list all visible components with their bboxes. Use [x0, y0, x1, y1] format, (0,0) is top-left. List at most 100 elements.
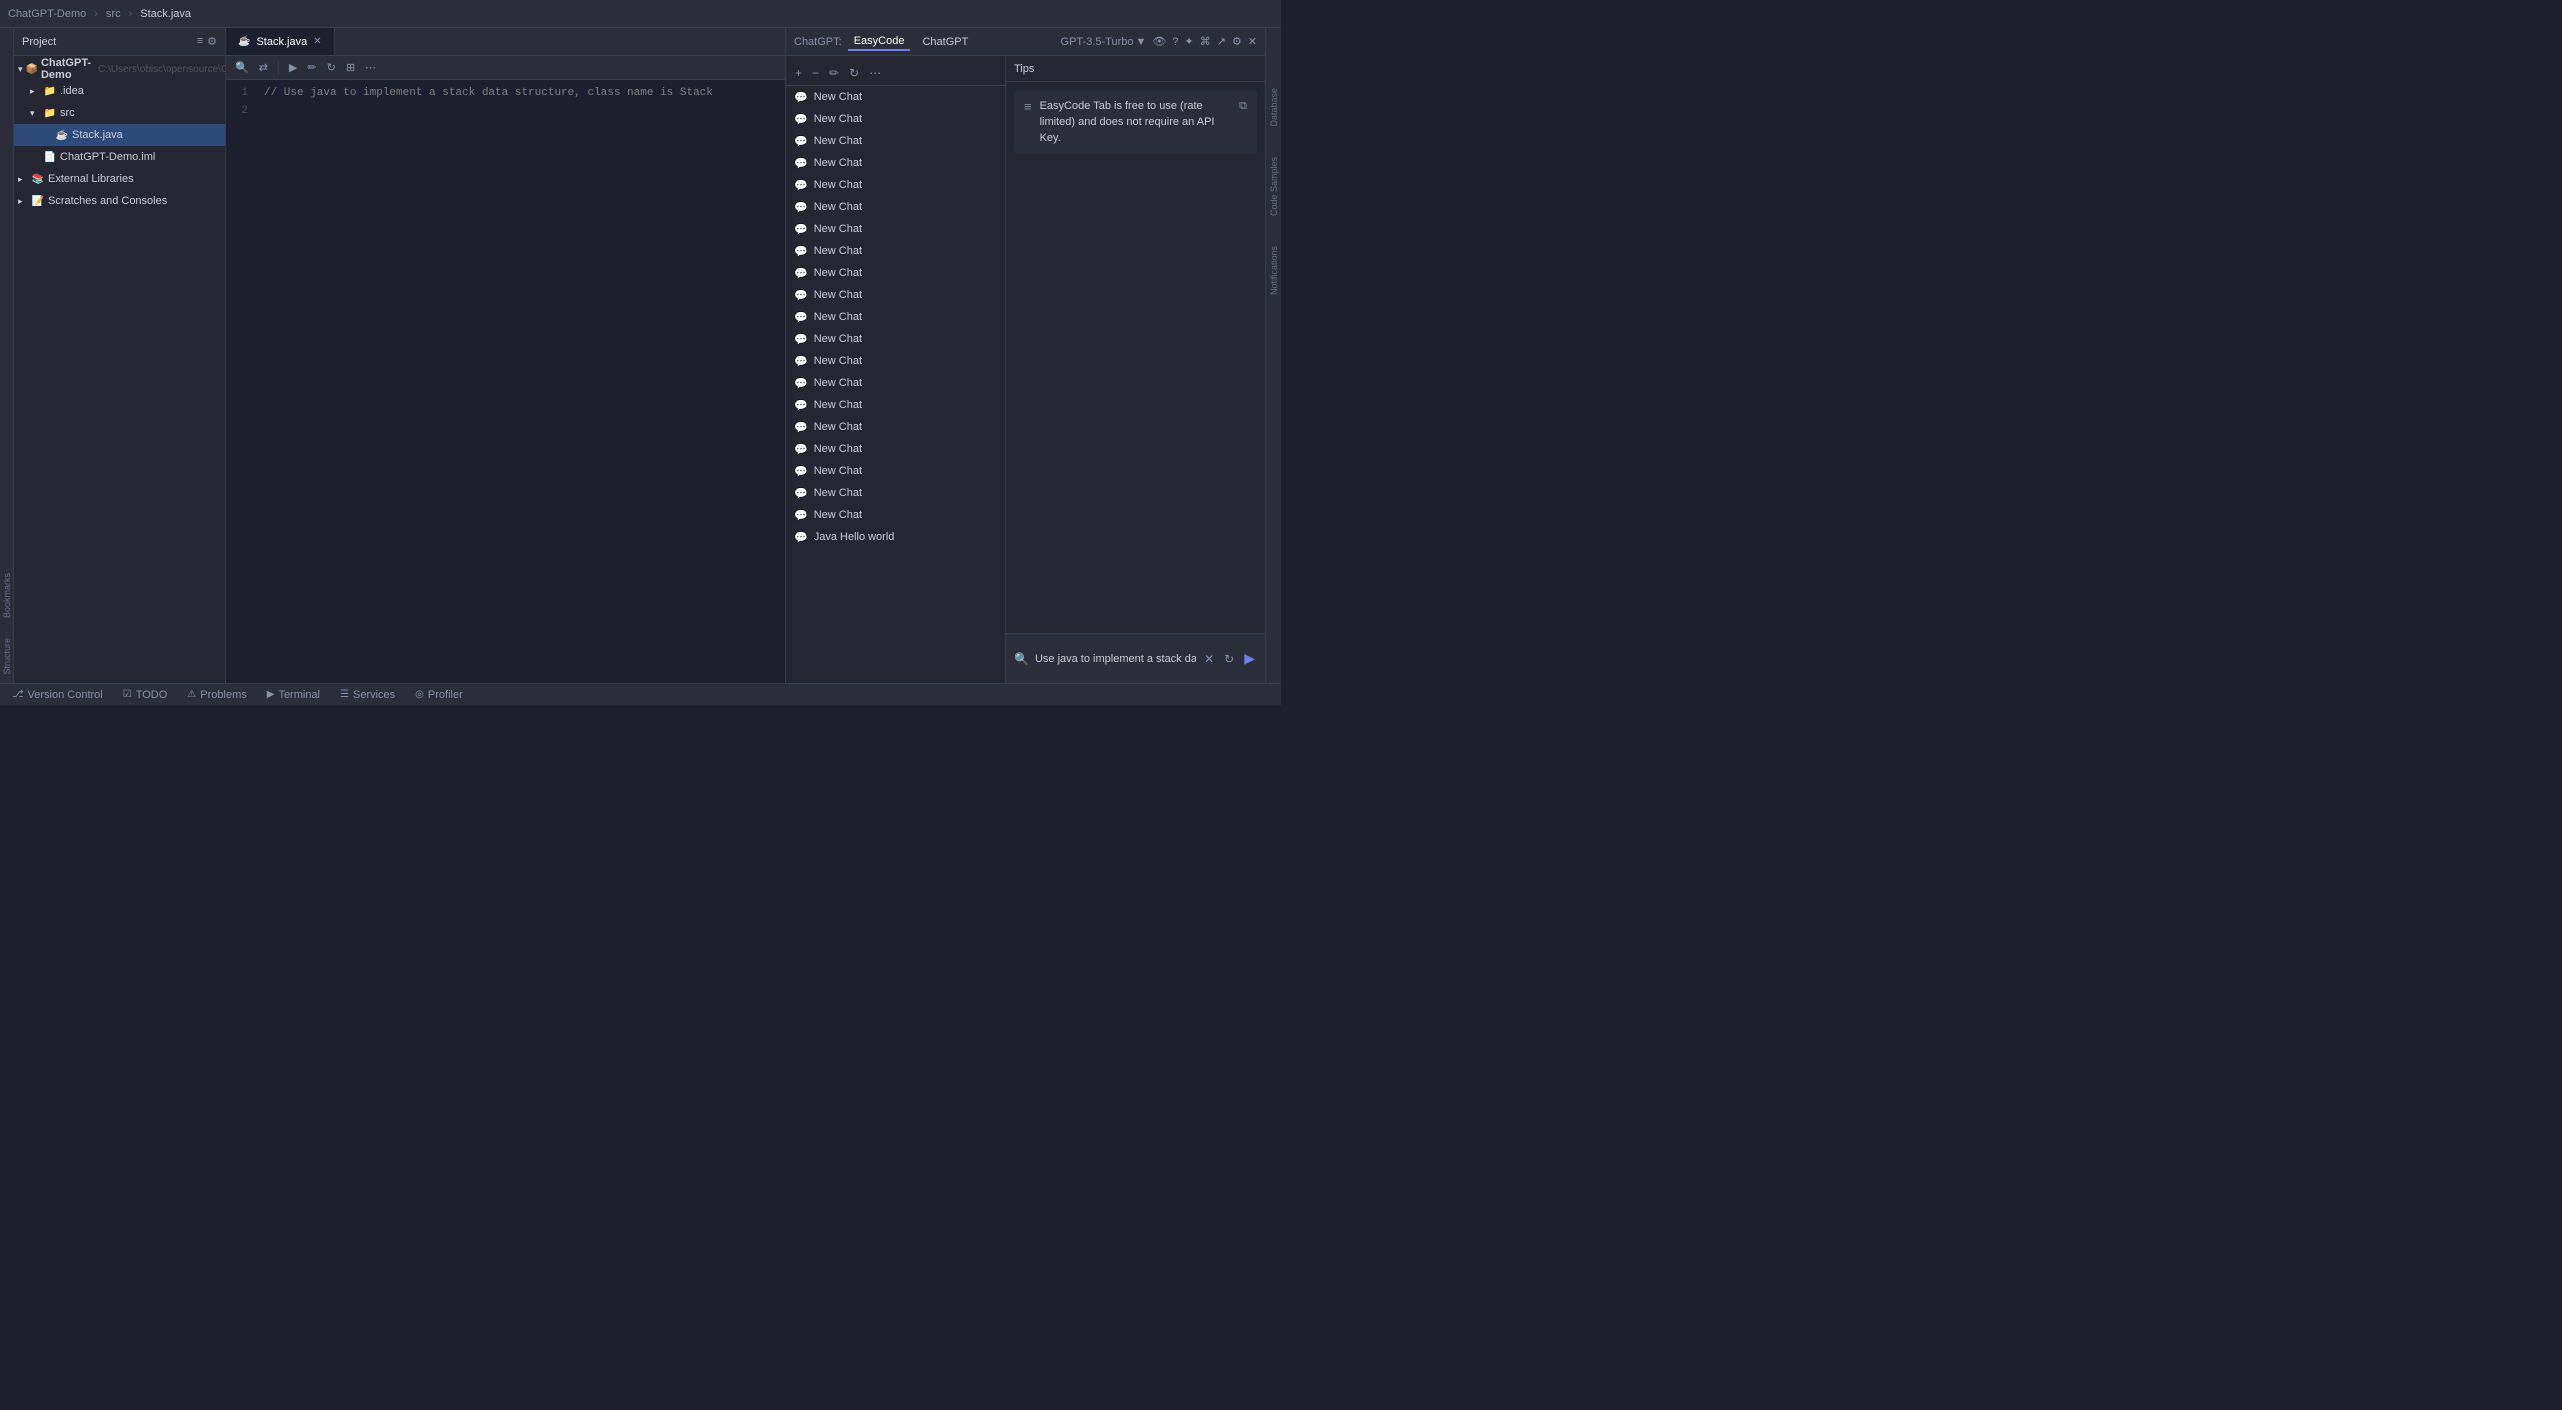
refresh-input-icon[interactable]: ↻ — [1222, 650, 1236, 668]
copy-icon[interactable]: ⧉ — [1239, 98, 1247, 114]
edit-icon[interactable]: ✏ — [304, 60, 319, 75]
eye-icon[interactable]: 👁 — [1152, 35, 1166, 48]
chat-icon-10: 💬 — [794, 289, 808, 302]
chat-input-field[interactable] — [1035, 653, 1196, 665]
left-sidebar: Bookmarks Structure — [0, 28, 14, 683]
clear-input-icon[interactable]: ✕ — [1202, 650, 1216, 668]
notifications-label[interactable]: Notifications — [1269, 246, 1279, 295]
chat-item-20[interactable]: 💬 New Chat — [786, 504, 1005, 526]
send-icon[interactable]: ▶ — [1242, 648, 1257, 669]
chat-item-21[interactable]: 💬 Java Hello world — [786, 526, 1005, 548]
magic-wand-icon[interactable]: ✦ — [1184, 35, 1193, 48]
bottom-tab-terminal[interactable]: ▶ Terminal — [263, 687, 324, 703]
chevron-right-scratches-icon: ▸ — [18, 196, 28, 207]
java-file-icon: ☕ — [55, 130, 69, 141]
layout-icon[interactable]: ⊞ — [343, 60, 358, 75]
editor-tabs: ☕ Stack.java ✕ — [226, 28, 785, 56]
run-icon[interactable]: ▶ — [286, 60, 300, 75]
settings-icon[interactable]: ⚙ — [1232, 35, 1242, 48]
refresh-icon[interactable]: ↻ — [324, 60, 339, 75]
chat-list: + − ✏ ↻ ⋯ 💬 New Chat 💬 New Chat 💬 New Ch… — [786, 56, 1006, 683]
export-icon[interactable]: ↗ — [1217, 35, 1226, 48]
tab-chatgpt[interactable]: ChatGPT — [916, 34, 974, 50]
bottom-tab-todo[interactable]: ☑ TODO — [119, 687, 172, 703]
gear-icon[interactable]: ⚙ — [207, 35, 217, 48]
tree-item-src[interactable]: ▾ 📁 src — [14, 102, 225, 124]
model-dropdown[interactable]: GPT-3.5-Turbo ▼ — [1061, 36, 1147, 48]
tree-label-scratches: Scratches and Consoles — [48, 195, 167, 207]
structure-label[interactable]: Structure — [2, 638, 12, 675]
chat-item-6[interactable]: 💬 New Chat — [786, 196, 1005, 218]
tab-easycode[interactable]: EasyCode — [848, 33, 911, 51]
chat-item-1[interactable]: 💬 New Chat — [786, 86, 1005, 108]
chat-icon-8: 💬 — [794, 245, 808, 258]
collapse-all-icon[interactable]: ≡ — [197, 35, 203, 48]
chevron-right-icon: ▸ — [30, 86, 40, 97]
module-icon: 📦 — [26, 64, 38, 75]
chatgpt-header: ChatGPT: EasyCode ChatGPT GPT-3.5-Turbo … — [786, 28, 1265, 56]
info-icon: ≡ — [1024, 99, 1032, 115]
add-chat-icon[interactable]: + — [792, 65, 805, 81]
chat-body: + − ✏ ↻ ⋯ 💬 New Chat 💬 New Chat 💬 New Ch… — [786, 56, 1265, 683]
bottom-tab-services[interactable]: ☰ Services — [336, 687, 399, 703]
tree-label-root: ChatGPT-Demo — [41, 57, 91, 81]
help-icon[interactable]: ? — [1172, 36, 1178, 48]
code-area[interactable]: // Use java to implement a stack data st… — [256, 80, 785, 683]
right-sidebar: Database Code Samples Notifications — [1265, 28, 1281, 683]
chat-item-16[interactable]: 💬 New Chat — [786, 416, 1005, 438]
more-chat-icon[interactable]: ⋯ — [866, 65, 884, 81]
code-line-1: // Use java to implement a stack data st… — [264, 84, 777, 102]
code-samples-label[interactable]: Code Samples — [1269, 157, 1279, 216]
chat-item-5[interactable]: 💬 New Chat — [786, 174, 1005, 196]
tree-item-idea[interactable]: ▸ 📁 .idea — [14, 80, 225, 102]
chat-item-3[interactable]: 💬 New Chat — [786, 130, 1005, 152]
bottom-tab-problems[interactable]: ⚠ Problems — [183, 687, 250, 703]
profiler-icon: ◎ — [415, 689, 424, 700]
github-icon[interactable]: ⌘ — [1200, 35, 1211, 48]
chat-item-4[interactable]: 💬 New Chat — [786, 152, 1005, 174]
chat-item-8[interactable]: 💬 New Chat — [786, 240, 1005, 262]
chat-icon-5: 💬 — [794, 179, 808, 192]
refresh-chat-icon[interactable]: ↻ — [846, 65, 862, 81]
sep1: › — [94, 8, 98, 20]
bookmarks-label[interactable]: Bookmarks — [2, 573, 12, 618]
code-line-2 — [264, 102, 777, 120]
no-chevron — [42, 130, 52, 140]
chat-item-7[interactable]: 💬 New Chat — [786, 218, 1005, 240]
tab-stack-java[interactable]: ☕ Stack.java ✕ — [226, 28, 335, 55]
chat-item-17[interactable]: 💬 New Chat — [786, 438, 1005, 460]
tree-item-iml[interactable]: 📄 ChatGPT-Demo.iml — [14, 146, 225, 168]
tips-message-text: EasyCode Tab is free to use (rate limite… — [1040, 98, 1232, 146]
chat-item-15[interactable]: 💬 New Chat — [786, 394, 1005, 416]
chat-item-11[interactable]: 💬 New Chat — [786, 306, 1005, 328]
tree-item-external-libs[interactable]: ▸ 📚 External Libraries — [14, 168, 225, 190]
chat-item-9[interactable]: 💬 New Chat — [786, 262, 1005, 284]
bottom-tab-version-control[interactable]: ⎇ Version Control — [8, 687, 107, 703]
chat-item-13[interactable]: 💬 New Chat — [786, 350, 1005, 372]
chat-item-2[interactable]: 💬 New Chat — [786, 108, 1005, 130]
database-label[interactable]: Database — [1269, 88, 1279, 127]
chat-input-area: 🔍 ✕ ↻ ▶ — [1006, 633, 1265, 683]
tips-message-card: ≡ EasyCode Tab is free to use (rate limi… — [1014, 90, 1257, 154]
chevron-down-src-icon: ▾ — [30, 108, 40, 119]
chat-item-19[interactable]: 💬 New Chat — [786, 482, 1005, 504]
replace-toolbar-icon[interactable]: ⇄ — [256, 60, 271, 75]
chat-item-18[interactable]: 💬 New Chat — [786, 460, 1005, 482]
tree-item-root[interactable]: ▾ 📦 ChatGPT-Demo C:\Users\obisc\opensour… — [14, 58, 225, 80]
close-panel-icon[interactable]: ✕ — [1248, 35, 1257, 48]
more-icon[interactable]: ⋯ — [362, 60, 379, 75]
tree-item-stack-java[interactable]: ☕ Stack.java — [14, 124, 225, 146]
minus-chat-icon[interactable]: − — [809, 65, 822, 81]
tree-item-scratches[interactable]: ▸ 📝 Scratches and Consoles — [14, 190, 225, 212]
close-tab-icon[interactable]: ✕ — [313, 36, 321, 47]
search-toolbar-icon[interactable]: 🔍 — [232, 60, 252, 75]
edit-chat-icon[interactable]: ✏ — [826, 65, 842, 81]
tab-label-stack-java: Stack.java — [256, 36, 307, 48]
editor-area: ☕ Stack.java ✕ 🔍 ⇄ ▶ ✏ ↻ ⊞ ⋯ 1 2 // Use … — [226, 28, 785, 683]
chat-icon-9: 💬 — [794, 267, 808, 280]
chat-item-10[interactable]: 💬 New Chat — [786, 284, 1005, 306]
chat-item-14[interactable]: 💬 New Chat — [786, 372, 1005, 394]
chat-item-12[interactable]: 💬 New Chat — [786, 328, 1005, 350]
chevron-down-icon: ▾ — [18, 64, 23, 75]
bottom-tab-profiler[interactable]: ◎ Profiler — [411, 687, 467, 703]
